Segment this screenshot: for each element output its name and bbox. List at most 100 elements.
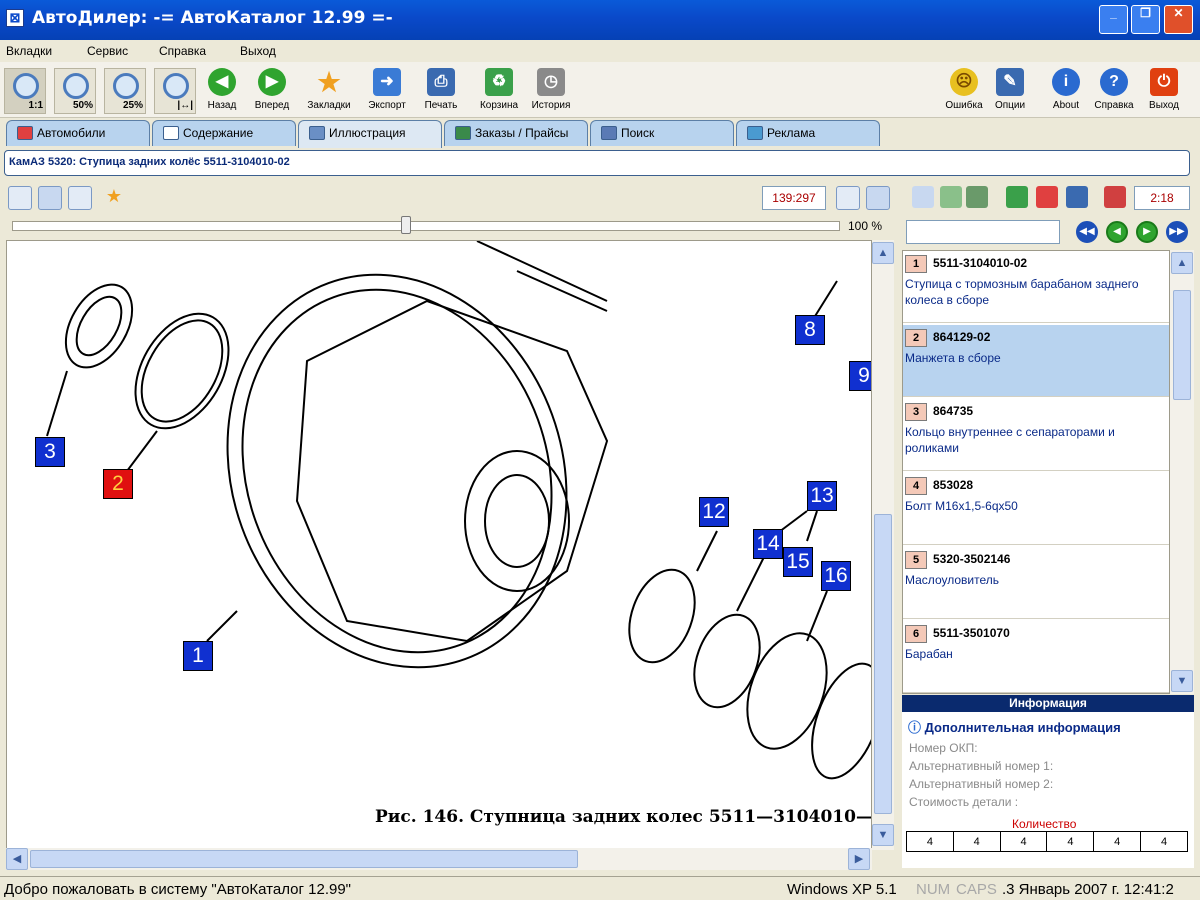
parts-search-input[interactable] — [906, 220, 1060, 244]
vertical-scroll-thumb[interactable] — [874, 514, 892, 814]
horizontal-scroll-thumb[interactable] — [30, 850, 578, 868]
zoom-percent: 100 % — [848, 219, 883, 233]
view-mode-3-icon[interactable] — [68, 186, 92, 210]
menu-bar: Вкладки Сервис Справка Выход — [0, 40, 1200, 62]
callout-1[interactable]: 1 — [183, 641, 213, 671]
parts-list: 1 5511-3104010-02 Ступица с тормозным бара… — [902, 250, 1170, 694]
help-icon: ? — [1100, 68, 1128, 96]
hub-drawing — [46, 241, 871, 780]
tab-orders[interactable]: Заказы / Прайсы — [444, 120, 588, 146]
callout-8[interactable]: 8 — [795, 315, 825, 345]
app-icon[interactable]: ⊠ — [6, 9, 24, 27]
search-icon — [601, 126, 617, 140]
list-item[interactable]: 5 5320-3502146 Маслоуловитель — [903, 547, 1169, 619]
next-icon[interactable]: ▶ — [1136, 221, 1158, 243]
alt-number-1-label: Альтернативный номер 1: — [909, 759, 1054, 773]
copy-icon[interactable] — [912, 186, 934, 208]
help-button[interactable]: ? Справка — [1092, 68, 1136, 116]
error-report-button[interactable]: ☹ Ошибка — [942, 68, 986, 116]
delete-icon[interactable] — [1036, 186, 1058, 208]
back-arrow-icon: ◀ — [208, 68, 236, 96]
tab-search[interactable]: Поиск — [590, 120, 734, 146]
camera-icon[interactable] — [142, 186, 166, 210]
status-message: Добро пожаловать в систему "АвтоКаталог … — [4, 881, 351, 898]
zoom-slider[interactable] — [12, 216, 840, 234]
horizontal-scrollbar[interactable]: ◀ ▶ — [6, 848, 872, 870]
list-item[interactable]: 4 853028 Болт М16х1,5-6qх50 — [903, 473, 1169, 545]
bookmarks-button[interactable]: ★ Закладки — [304, 68, 354, 116]
list-item[interactable]: 3 864735 Кольцо внутреннее с сепараторами … — [903, 399, 1169, 471]
callout-9[interactable]: 9 — [849, 361, 871, 391]
illustration-icon — [309, 126, 325, 140]
tab-illustration[interactable]: Иллюстрация — [298, 120, 442, 148]
list-item[interactable]: 6 5511-3501070 Барабан — [903, 621, 1169, 693]
minimize-button[interactable]: _ — [1099, 5, 1128, 34]
scroll-down-icon[interactable]: ▼ — [872, 824, 894, 846]
exit-button[interactable]: ⏻ Выход — [1144, 68, 1184, 116]
callout-16[interactable]: 16 — [821, 561, 851, 591]
callout-14[interactable]: 14 — [753, 529, 783, 559]
maximize-button[interactable]: ❐ — [1131, 5, 1160, 34]
first-icon[interactable]: ◀◀ — [1076, 221, 1098, 243]
split-view-icon[interactable] — [866, 186, 890, 210]
list-view-icon[interactable] — [836, 186, 860, 210]
sort-icon[interactable] — [966, 186, 988, 208]
tab-advert[interactable]: Реклама — [736, 120, 880, 146]
info-header: Информация — [902, 695, 1194, 712]
scroll-right-icon[interactable]: ▶ — [848, 848, 870, 870]
callout-3[interactable]: 3 — [35, 437, 65, 467]
forward-button[interactable]: ▶ Вперед — [250, 68, 294, 116]
quantity-cell: 4 — [999, 831, 1048, 852]
tab-contents[interactable]: Содержание — [152, 120, 296, 146]
prev-icon[interactable]: ◀ — [1106, 221, 1128, 243]
menu-tabs[interactable]: Вкладки — [6, 44, 52, 58]
menu-help[interactable]: Справка — [159, 44, 206, 58]
tab-cars[interactable]: Автомобили — [6, 120, 150, 146]
callout-12[interactable]: 12 — [699, 497, 729, 527]
history-button[interactable]: ◷ История — [528, 68, 574, 116]
view-mode-2-icon[interactable] — [38, 186, 62, 210]
list-scroll-thumb[interactable] — [1173, 290, 1191, 400]
close-button[interactable]: ✕ — [1164, 5, 1193, 34]
vertical-scrollbar[interactable]: ▲ ▼ — [872, 240, 894, 850]
view-mode-1-icon[interactable] — [8, 186, 32, 210]
zoom-slider-thumb[interactable] — [401, 216, 412, 234]
quantity-cell: 4 — [906, 831, 954, 852]
scroll-up-icon[interactable]: ▲ — [1171, 252, 1193, 274]
forward-arrow-icon: ▶ — [258, 68, 286, 96]
scroll-down-icon[interactable]: ▼ — [1171, 670, 1193, 692]
power-icon: ⏻ — [1150, 68, 1178, 96]
zoom-1-1-button[interactable]: 1:1 — [4, 68, 46, 114]
list-scrollbar[interactable]: ▲ ▼ — [1170, 250, 1194, 694]
scroll-up-icon[interactable]: ▲ — [872, 242, 894, 264]
tab-strip: Автомобили Содержание Иллюстрация Заказы… — [0, 118, 1200, 148]
list-item[interactable]: 2 864129-02 Манжета в сборе — [903, 325, 1169, 397]
up-arrow-icon[interactable] — [1006, 186, 1028, 208]
callout-13[interactable]: 13 — [807, 481, 837, 511]
bookmark-add-icon[interactable]: ★ — [102, 186, 126, 210]
list-item[interactable]: 1 5511-3104010-02 Ступица с тормозным бара… — [903, 251, 1169, 323]
star-icon: ★ — [317, 67, 341, 97]
zoom-50-button[interactable]: 50% — [54, 68, 96, 114]
callout-2[interactable]: 2 — [103, 469, 133, 499]
edit-icon[interactable] — [1066, 186, 1088, 208]
menu-service[interactable]: Сервис — [87, 44, 128, 58]
print-button[interactable]: ⎙ Печать — [418, 68, 464, 116]
back-button[interactable]: ◀ Назад — [202, 68, 242, 116]
basket-button[interactable]: ♻ Корзина — [476, 68, 522, 116]
export-button[interactable]: ➜ Экспорт — [364, 68, 410, 116]
options-button[interactable]: ✎ Опции — [990, 68, 1030, 116]
car-filter-icon[interactable] — [1104, 186, 1126, 208]
refresh-icon[interactable] — [940, 186, 962, 208]
zoom-25-button[interactable]: 25% — [104, 68, 146, 114]
about-button[interactable]: i About — [1046, 68, 1086, 116]
last-icon[interactable]: ▶▶ — [1166, 221, 1188, 243]
menu-exit[interactable]: Выход — [240, 44, 276, 58]
scroll-left-icon[interactable]: ◀ — [6, 848, 28, 870]
callout-15[interactable]: 15 — [783, 547, 813, 577]
item-counter: 2:18 — [1134, 186, 1190, 210]
printer-icon: ⎙ — [427, 68, 455, 96]
magnifier-icon — [13, 73, 39, 99]
okp-number-label: Номер ОКП: — [909, 741, 978, 755]
zoom-fit-width-button[interactable]: |↔| — [154, 68, 196, 114]
